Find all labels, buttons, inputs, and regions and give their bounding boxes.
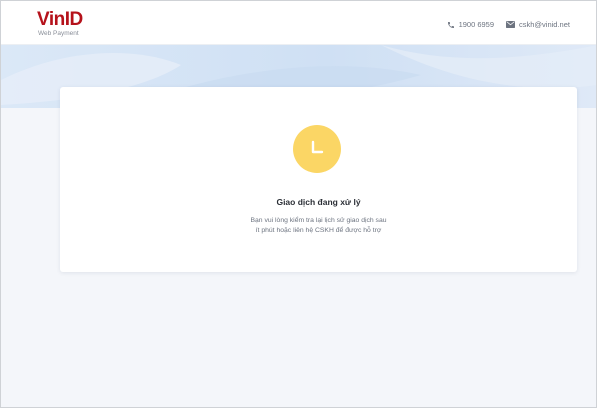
page: VinID Web Payment 1900 6959 cskh@vinid.n… [0,0,597,408]
logo[interactable]: VinID Web Payment [37,10,83,38]
header: VinID Web Payment 1900 6959 cskh@vinid.n… [1,1,596,45]
contact-info: 1900 6959 cskh@vinid.net [447,20,570,29]
phone-icon [447,21,455,29]
email-address: cskh@vinid.net [519,20,570,29]
logo-text: VinID [37,9,83,30]
status-description-line1: Bạn vui lòng kiểm tra lại lịch sử giao d… [250,217,387,224]
email-contact[interactable]: cskh@vinid.net [506,20,570,29]
clock-icon [293,125,341,173]
status-description: Bạn vui lòng kiểm tra lại lịch sử giao d… [60,216,577,236]
phone-number: 1900 6959 [458,20,495,29]
status-description-line2: ít phút hoặc liên hệ CSKH để được hỗ trợ [255,227,382,234]
status-title: Giao dịch đang xử lý [276,197,361,207]
envelope-icon [506,21,516,28]
logo-subtitle: Web Payment [38,30,79,37]
status-card: Giao dịch đang xử lý Bạn vui lòng kiểm t… [60,87,577,272]
phone-contact[interactable]: 1900 6959 [447,20,494,29]
